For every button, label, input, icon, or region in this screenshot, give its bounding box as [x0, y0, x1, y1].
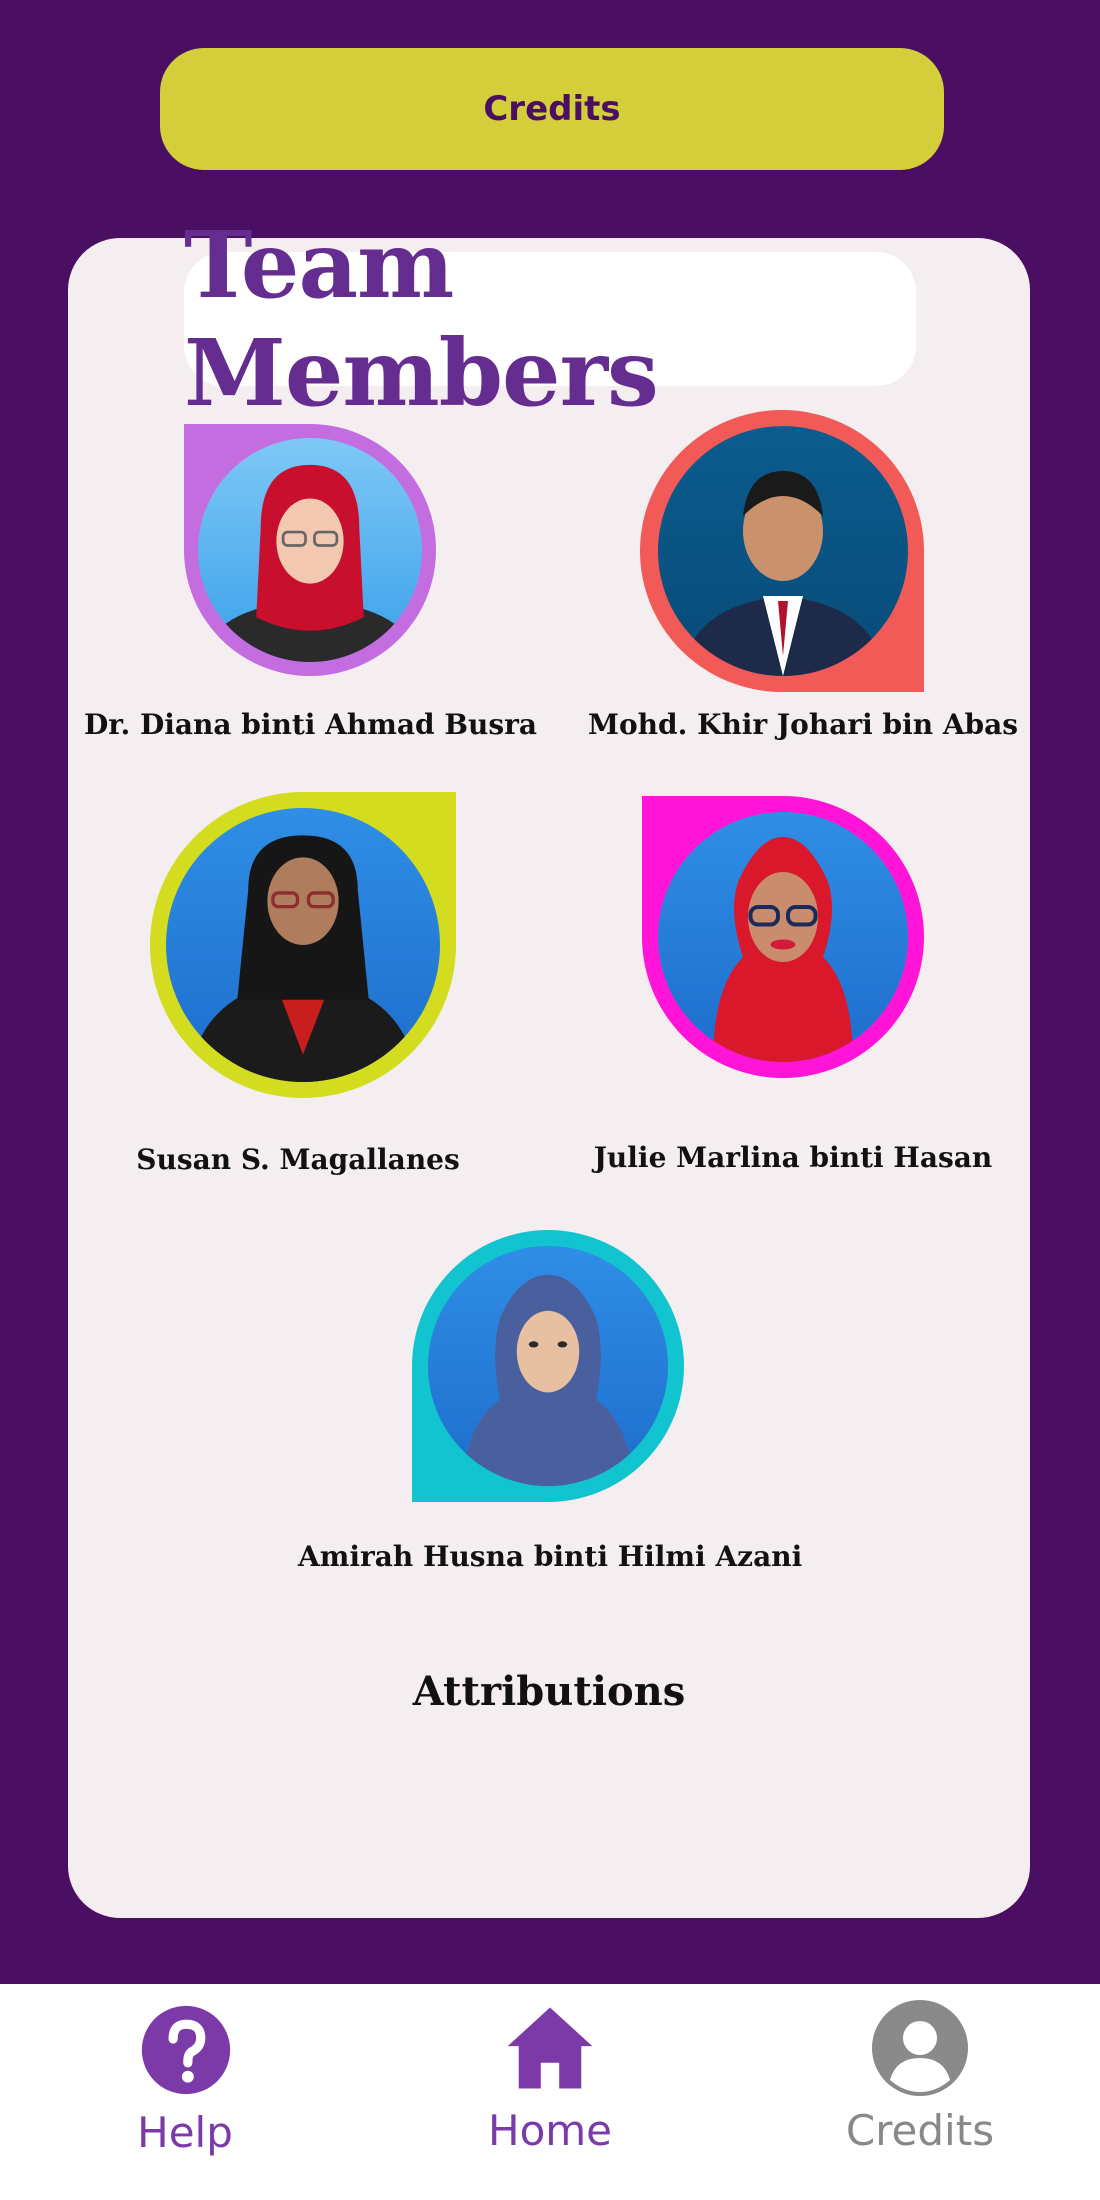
team-card: Team Members Dr. Diana binti Ahmad Busra — [68, 211, 1030, 1918]
portrait-photo-icon — [198, 438, 422, 662]
portrait-photo-icon — [428, 1246, 668, 1486]
nav-home[interactable]: Home — [470, 1984, 630, 2200]
nav-help-label: Help — [137, 2108, 233, 2157]
member-name: Mohd. Khir Johari bin Abas — [588, 708, 1019, 741]
member-name: Julie Marlina binti Hasan — [593, 1141, 993, 1174]
nav-credits-label: Credits — [845, 2106, 995, 2155]
page-title: Team Members — [184, 211, 916, 427]
portrait-photo-icon — [166, 808, 440, 1082]
user-icon — [872, 2000, 968, 2096]
nav-help[interactable]: Help — [110, 1984, 260, 2200]
member-name: Amirah Husna binti Hilmi Azani — [298, 1540, 803, 1573]
member-name: Dr. Diana binti Ahmad Busra — [84, 708, 538, 741]
credits-header-button[interactable]: Credits — [160, 48, 944, 170]
portrait-photo-icon — [658, 812, 908, 1062]
help-icon — [141, 2005, 231, 2095]
member-name: Susan S. Magallanes — [136, 1143, 460, 1176]
home-icon — [507, 2007, 593, 2089]
nav-home-label: Home — [487, 2106, 613, 2155]
portrait-photo-icon — [658, 426, 908, 676]
bottom-navigation: Help Home Credits — [0, 1984, 1100, 2200]
nav-credits[interactable]: Credits — [830, 1984, 1010, 2200]
attributions-heading: Attributions — [412, 1668, 686, 1715]
